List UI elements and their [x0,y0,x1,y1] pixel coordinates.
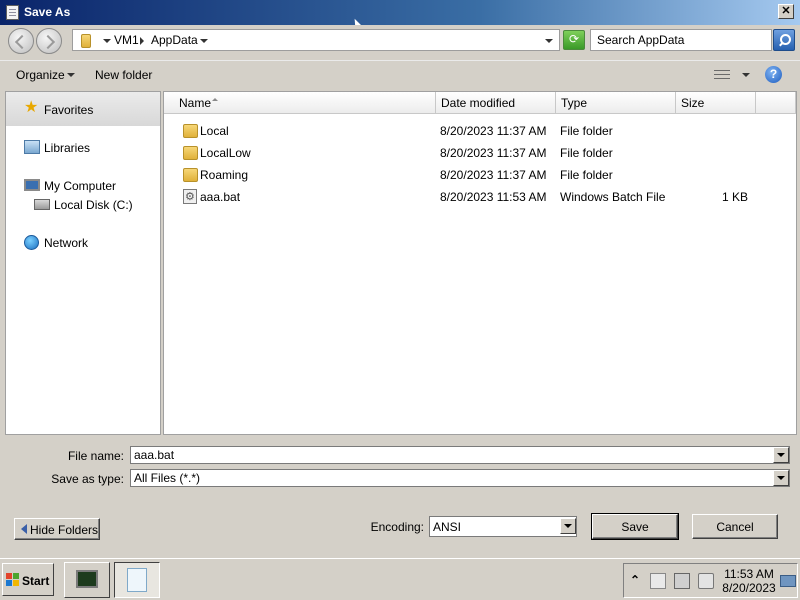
disk-icon [34,199,50,210]
file-date: 8/20/2023 11:37 AM [440,146,547,160]
file-name: Roaming [200,168,249,182]
chevron-down-icon[interactable] [200,39,208,43]
navigation-bar: VM1 AppData ⟳ Search AppData [0,25,800,56]
save-as-type-select[interactable]: All Files (*.*) [130,469,790,487]
folder-icon [183,146,198,160]
file-date: 8/20/2023 11:37 AM [440,124,547,138]
organize-button[interactable]: Organize [16,68,65,82]
column-header-label: Name [179,96,212,110]
collapse-arrow-icon [21,524,27,534]
file-name-label: File name: [67,449,124,463]
start-label: Start [22,574,50,588]
taskbar-app-task-manager[interactable] [64,562,110,598]
organize-dropdown-icon[interactable] [67,73,75,77]
action-center-flag-icon[interactable] [650,573,666,589]
show-desktop-icon[interactable] [780,575,796,587]
column-header-name[interactable]: Name [164,92,436,114]
taskbar-app-notepad[interactable] [114,562,160,598]
encoding-dropdown-icon[interactable] [560,518,576,534]
batch-file-icon [183,189,197,204]
taskbar: Start ⌃ 11:53 AM 8/20/2023 [0,558,800,600]
system-tray: ⌃ 11:53 AM 8/20/2023 [623,563,798,598]
network-status-icon[interactable] [674,573,690,589]
file-type: File folder [560,146,613,160]
list-item[interactable]: Roaming 8/20/2023 11:37 AM File folder [164,164,796,186]
clock-time: 11:53 AM [724,567,774,581]
start-button[interactable]: Start [2,563,54,596]
file-name-field[interactable]: aaa.bat [130,446,790,464]
chevron-right-icon[interactable] [140,37,144,45]
network-icon [24,235,39,250]
notepad-icon [6,5,19,20]
clock-date: 8/20/2023 [722,581,776,595]
refresh-button[interactable]: ⟳ [563,30,585,50]
computer-icon [24,179,40,191]
list-item[interactable]: Local 8/20/2023 11:37 AM File folder [164,120,796,142]
hide-folders-button[interactable]: Hide Folders [14,518,100,540]
sidebar-item-my-computer[interactable]: My Computer [44,179,116,193]
file-type: File folder [560,124,613,138]
command-toolbar: Organize New folder [0,60,800,89]
volume-muted-icon[interactable] [698,573,714,589]
help-button[interactable]: ? [765,66,782,83]
search-icon[interactable] [773,29,795,51]
breadcrumb-vm1[interactable]: VM1 [114,33,139,47]
search-input[interactable]: Search AppData [590,29,772,51]
folder-icon [183,124,198,138]
cancel-button[interactable]: Cancel [692,514,778,539]
file-name: LocalLow [200,146,251,160]
address-bar[interactable]: VM1 AppData [72,29,560,51]
save-button[interactable]: Save [591,513,679,540]
navigation-pane: ★ Favorites Libraries My Computer Local … [5,91,161,435]
sidebar-item-favorites[interactable]: Favorites [44,103,93,117]
close-button[interactable]: ✕ [778,4,794,19]
view-options-dropdown-icon[interactable] [742,73,750,77]
file-type: Windows Batch File [560,190,666,204]
file-name-dropdown-icon[interactable] [773,447,789,463]
back-button[interactable] [8,28,34,54]
chevron-down-icon[interactable] [103,39,111,43]
window-title: Save As [24,5,71,19]
save-as-type-dropdown-icon[interactable] [773,470,789,486]
breadcrumb-appdata[interactable]: AppData [151,33,198,47]
clock[interactable]: 11:53 AM 8/20/2023 [718,567,780,595]
change-view-icon[interactable] [714,70,730,81]
column-header-size[interactable]: Size [676,92,756,114]
encoding-select[interactable]: ANSI [429,516,577,537]
file-type: File folder [560,168,613,182]
file-name: Local [200,124,229,138]
windows-logo-icon [6,573,19,586]
encoding-label: Encoding: [370,520,424,534]
file-list: Name Date modified Type Size Local 8/20/… [163,91,797,435]
folder-icon [81,34,91,48]
address-history-dropdown-icon[interactable] [545,39,553,43]
column-header-type[interactable]: Type [556,92,676,114]
list-item[interactable]: aaa.bat 8/20/2023 11:53 AM Windows Batch… [164,186,796,208]
column-header-empty [756,92,796,114]
file-date: 8/20/2023 11:37 AM [440,168,547,182]
sidebar-item-local-disk[interactable]: Local Disk (C:) [54,198,133,212]
file-name: aaa.bat [200,190,241,204]
sort-ascending-icon [212,98,218,101]
title-bar[interactable]: Save As ✕ [0,0,800,25]
folder-icon [183,168,198,182]
hide-folders-label: Hide Folders [29,523,99,537]
file-size: 1 KB [721,190,748,204]
save-as-type-label: Save as type: [51,472,124,486]
sidebar-item-network[interactable]: Network [44,236,88,250]
forward-button[interactable] [36,28,62,54]
libraries-icon [24,140,40,154]
monitor-icon [76,570,98,588]
list-item[interactable]: LocalLow 8/20/2023 11:37 AM File folder [164,142,796,164]
star-icon: ★ [24,99,39,116]
new-folder-button[interactable]: New folder [95,68,152,82]
notepad-icon [127,568,147,592]
sidebar-item-libraries[interactable]: Libraries [44,141,90,155]
show-hidden-icons-button[interactable]: ⌃ [630,573,646,589]
file-date: 8/20/2023 11:53 AM [440,190,547,204]
column-header-date[interactable]: Date modified [436,92,556,114]
